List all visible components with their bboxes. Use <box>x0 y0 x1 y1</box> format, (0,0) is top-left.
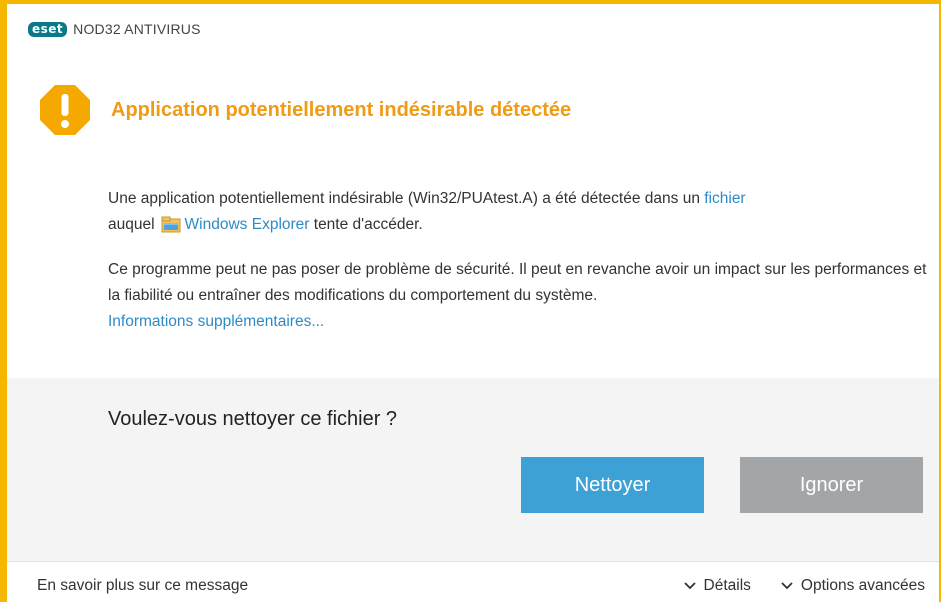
file-link[interactable]: fichier <box>704 190 745 207</box>
warning-icon <box>40 85 90 135</box>
action-panel: Voulez-vous nettoyer ce fichier ? Nettoy… <box>7 378 939 561</box>
advanced-options-toggle[interactable]: Options avancées <box>781 577 925 595</box>
message-body: Une application potentiellement indésira… <box>108 186 928 354</box>
chevron-down-icon <box>683 582 696 590</box>
footer-bar: En savoir plus sur ce message Détails Op… <box>7 561 939 602</box>
details-label: Détails <box>703 577 751 594</box>
footer-options: Détails Options avancées <box>654 577 925 595</box>
info-paragraph: Ce programme peut ne pas poser de problè… <box>108 257 928 335</box>
eset-logo: eset <box>28 21 68 37</box>
more-info-link[interactable]: Informations supplémentaires... <box>108 313 324 330</box>
eset-alert-window: eset NOD32 ANTIVIRUS Application potenti… <box>0 0 941 602</box>
learn-more-link[interactable]: En savoir plus sur ce message <box>37 577 248 595</box>
clean-question: Voulez-vous nettoyer ce fichier ? <box>108 408 398 430</box>
chevron-down-icon <box>781 582 793 590</box>
info-text: Ce programme peut ne pas poser de problè… <box>108 261 927 304</box>
clean-button[interactable]: Nettoyer <box>521 457 704 513</box>
windows-explorer-icon <box>161 216 181 233</box>
accessor-suffix: tente d'accéder. <box>309 216 423 233</box>
accessor-prefix: auquel <box>108 216 155 233</box>
details-toggle[interactable]: Détails <box>683 577 751 595</box>
app-title: NOD32 ANTIVIRUS <box>73 21 201 37</box>
ignore-button[interactable]: Ignorer <box>740 457 923 513</box>
alert-title: Application potentiellement indésirable … <box>111 98 572 121</box>
detection-text: Une application potentiellement indésira… <box>108 190 705 207</box>
advanced-options-label: Options avancées <box>800 577 925 594</box>
alert-header: Application potentiellement indésirable … <box>39 84 571 136</box>
process-link[interactable]: Windows Explorer <box>185 216 310 233</box>
title-bar: eset NOD32 ANTIVIRUS <box>7 4 939 54</box>
detection-paragraph: Une application potentiellement indésira… <box>108 186 928 238</box>
